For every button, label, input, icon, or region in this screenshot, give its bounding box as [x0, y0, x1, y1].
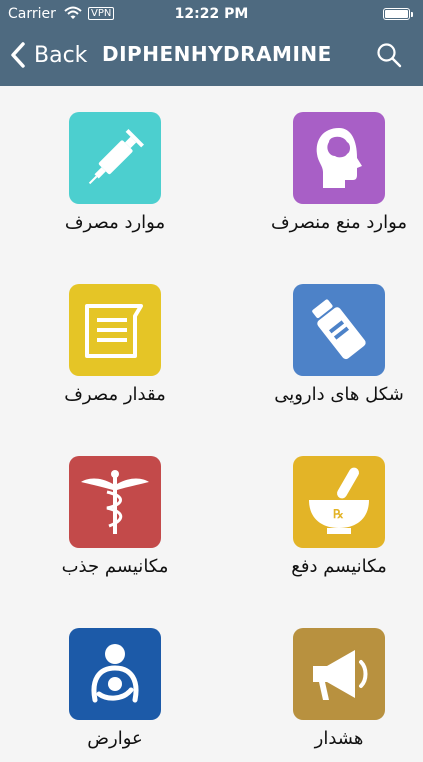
tile-label: عوارض — [87, 728, 143, 749]
tile-dosage-forms[interactable]: شکل های دارویی — [254, 258, 423, 418]
back-label: Back — [34, 42, 88, 68]
search-icon[interactable] — [376, 42, 402, 68]
mortar-pestle-icon: ℞ — [293, 456, 385, 548]
back-button[interactable]: Back — [10, 40, 87, 70]
navigation-bar: Back DIPHENHYDRAMINE — [0, 28, 423, 86]
tile-label: هشدار — [314, 728, 364, 749]
page-title: DIPHENHYDRAMINE — [102, 42, 332, 66]
mother-child-icon — [69, 628, 161, 720]
head-brain-icon — [293, 112, 385, 204]
tile-contraindications[interactable]: موارد منع منصرف — [254, 86, 423, 246]
tile-indications[interactable]: موارد مصرف — [30, 86, 200, 246]
document-icon — [69, 284, 161, 376]
svg-text:℞: ℞ — [333, 507, 344, 521]
status-time: 12:22 PM — [174, 6, 249, 22]
syringe-icon — [69, 112, 161, 204]
tile-absorption[interactable]: مکانیسم جذب — [30, 430, 200, 590]
battery-icon — [383, 8, 413, 20]
tile-label: مکانیسم دفع — [291, 556, 387, 577]
category-grid: موارد مصرف موارد منع منصرف مقدار مصرف شک… — [0, 86, 423, 750]
tile-excretion[interactable]: ℞ مکانیسم دفع — [254, 430, 423, 590]
tile-warnings[interactable]: هشدار — [254, 602, 423, 762]
tile-label: مقدار مصرف — [64, 384, 166, 405]
tile-label: شکل های دارویی — [274, 384, 404, 405]
tile-dosage[interactable]: مقدار مصرف — [30, 258, 200, 418]
megaphone-icon — [293, 628, 385, 720]
caduceus-icon — [69, 456, 161, 548]
status-bar: Carrier VPN 12:22 PM — [0, 0, 423, 28]
tile-label: موارد مصرف — [64, 212, 166, 233]
chevron-left-icon — [11, 42, 25, 68]
tile-label: موارد منع منصرف — [270, 212, 408, 233]
tile-label: مکانیسم جذب — [61, 556, 169, 577]
pill-bottle-icon — [293, 284, 385, 376]
tile-side-effects[interactable]: عوارض — [30, 602, 200, 762]
header: Carrier VPN 12:22 PM Back DIPHENHYDRAMIN… — [0, 0, 423, 86]
